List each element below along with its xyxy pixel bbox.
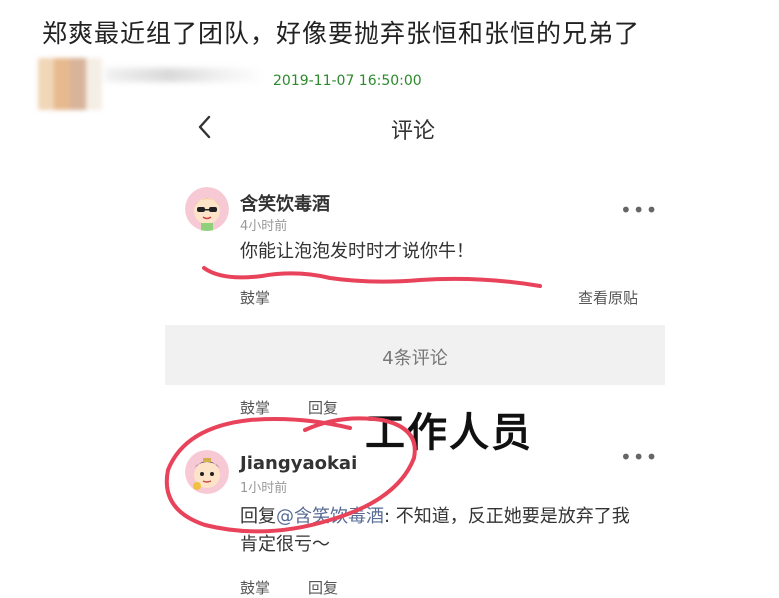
comment-author[interactable]: 含笑饮毒酒 [240,190,330,216]
reply-prefix: 回复 [240,506,276,527]
annotation-label: 工作人员 [365,410,533,456]
more-icon[interactable]: ••• [620,198,658,222]
avatar[interactable] [185,187,229,231]
like-button[interactable]: 鼓掌 [240,577,270,598]
post-timestamp: 2019-11-07 16:50:00 [273,73,422,89]
more-icon[interactable]: ••• [620,445,658,469]
mention-link[interactable]: @含笑饮毒酒 [276,506,384,527]
reply-text: 回复@含笑饮毒酒: 不知道，反正她要是放弃了我肯定很亏～ [240,503,640,559]
blurred-avatar [38,58,102,110]
reply-button[interactable]: 回复 [308,397,338,418]
comment-count: 4条评论 [382,348,448,369]
reply-author[interactable]: Jiangyaokai [240,453,357,474]
comment-time: 4小时前 [240,219,288,234]
blurred-username [105,68,265,82]
article-headline: 郑爽最近组了团队，好像要抛弃张恒和张恒的兄弟了 [42,19,641,48]
like-button[interactable]: 鼓掌 [240,287,270,308]
reply-time: 1小时前 [240,481,288,496]
avatar[interactable] [185,450,229,494]
back-button[interactable] [194,112,216,142]
chevron-left-icon [198,115,211,139]
page-title: 评论 [391,119,436,144]
view-original-link[interactable]: 查看原贴 [578,287,638,308]
reply-button[interactable]: 回复 [308,577,338,598]
comment-text: 你能让泡泡发时时才说你牛！ [240,241,474,262]
like-button[interactable]: 鼓掌 [240,397,270,418]
